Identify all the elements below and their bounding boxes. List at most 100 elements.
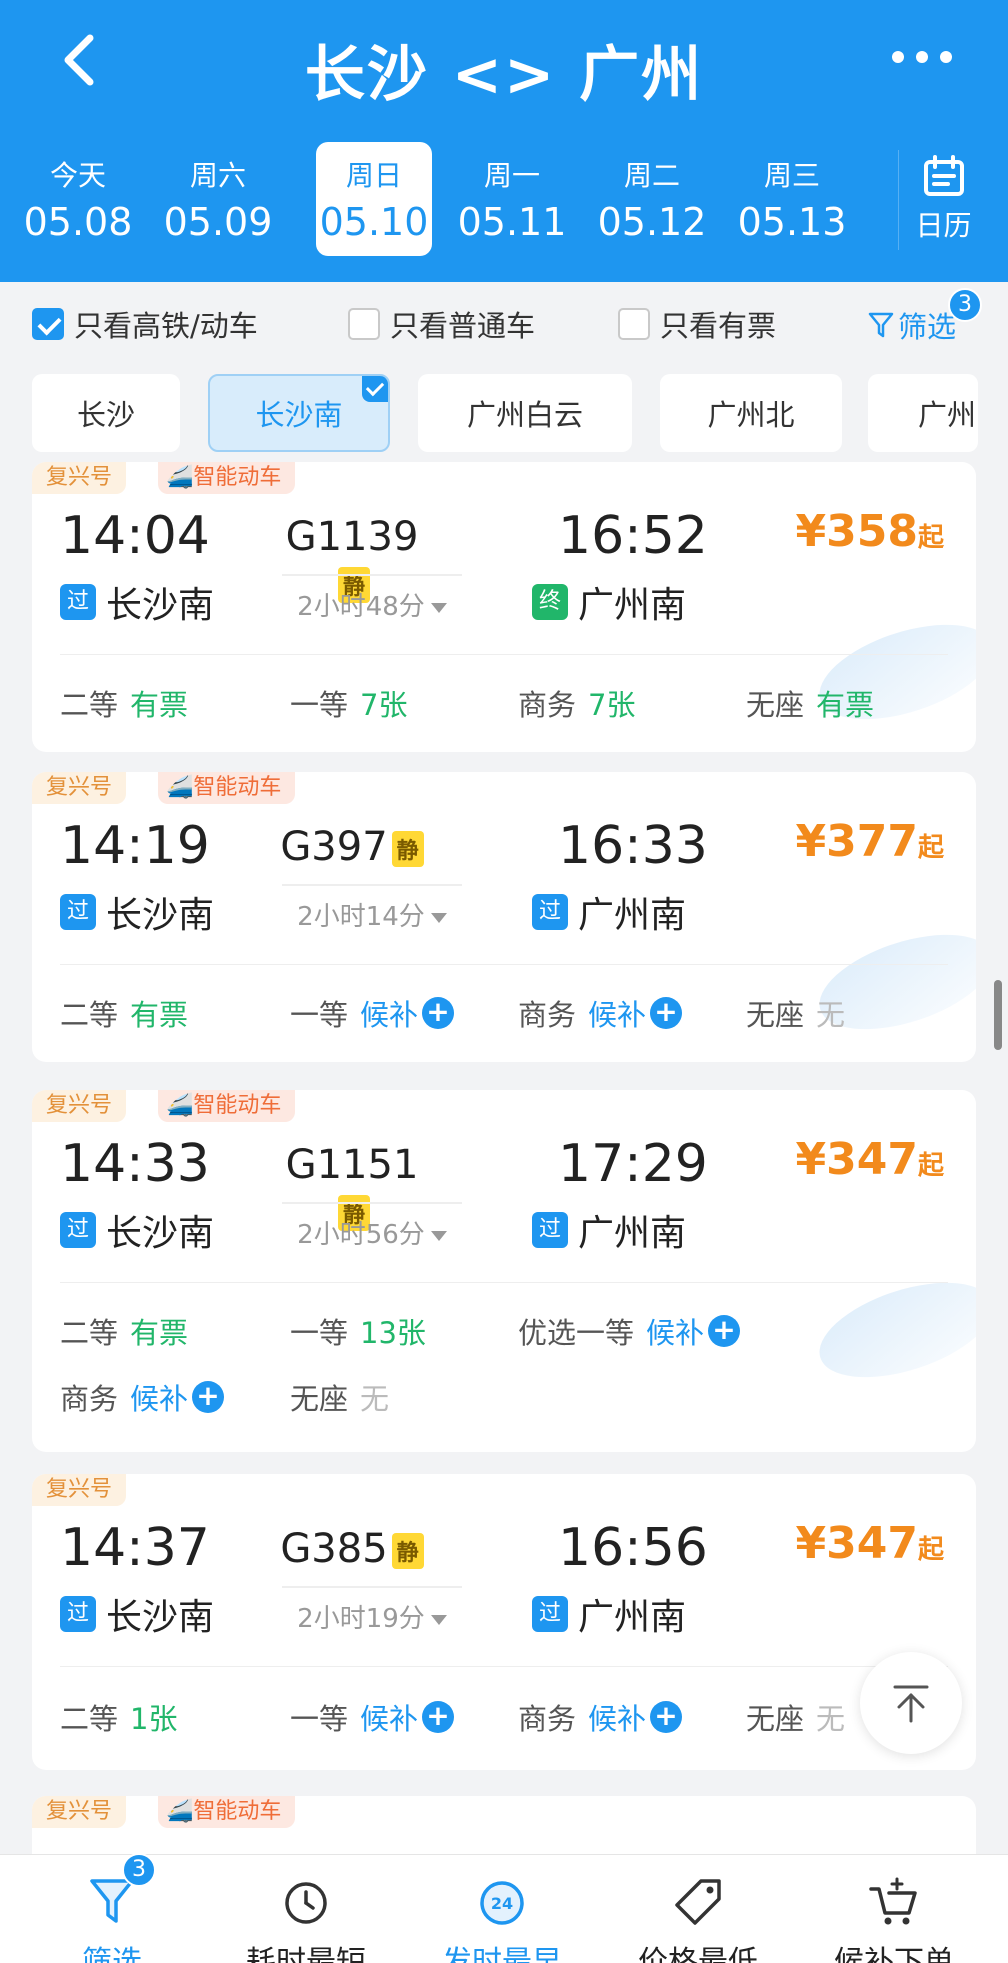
seat-second-class: 二等 有票 (60, 992, 188, 1034)
price-value: ¥347 (795, 1518, 918, 1569)
seat-second-class: 二等 有票 (60, 682, 188, 724)
train-card[interactable]: 复兴号 🚄智能动车 14:04 G1139静 2小时48分 16:52 ¥358… (32, 462, 976, 752)
duration-dropdown[interactable]: 2小时48分 (282, 574, 462, 623)
station-name: 长沙南 (106, 1597, 215, 1638)
train-list-page: 长沙 <> 广州 今天 05.08 周六 05.09 周日 05.10 周一 0… (0, 0, 1008, 1963)
seat-status: 7张 (588, 688, 636, 722)
seat-standing: 无座 有票 (746, 682, 874, 724)
train-card[interactable]: 复兴号 🚄智能动车 14:33 G1151静 2小时56分 17:29 ¥347… (32, 1090, 976, 1452)
wave-decoration (808, 1264, 976, 1396)
station-name: 长沙南 (106, 585, 215, 626)
departure-station: 过长沙南 (60, 1588, 214, 1640)
nav-earliest-departure[interactable]: 24 发时最早 (412, 1855, 592, 1963)
seat-first-class[interactable]: 一等 候补 + (290, 992, 455, 1034)
seat-second-class: 二等 1张 (60, 1696, 177, 1738)
train-card[interactable]: 复兴号 14:37 G385 静 2小时19分 16:56 ¥347起 过长沙南 … (32, 1474, 976, 1770)
duration-dropdown[interactable]: 2小时56分 (282, 1202, 462, 1251)
station-chip[interactable]: 长沙 (32, 374, 180, 452)
station-name: 广州南 (578, 585, 687, 626)
station-chip-label: 广州北 (707, 398, 795, 432)
price: ¥358起 (796, 506, 944, 557)
station-chip-selected[interactable]: 长沙南 (208, 374, 390, 452)
smart-emu-label: 智能动车 (193, 1093, 282, 1118)
date-weekday: 周六 (189, 159, 246, 192)
date-tab[interactable]: 周一 05.11 (454, 142, 570, 256)
train-icon: 🚄 (166, 1093, 194, 1118)
divider (60, 1282, 948, 1283)
date-tab[interactable]: 今天 05.08 (20, 142, 136, 256)
arrival-station: 过广州南 (532, 886, 686, 938)
pass-badge: 过 (60, 894, 96, 930)
date-tab[interactable]: 周三 05.13 (734, 142, 850, 256)
price: ¥377起 (796, 816, 944, 867)
seat-class: 二等 (60, 1702, 119, 1736)
seat-business-class[interactable]: 商务 候补 + (60, 1376, 225, 1418)
nav-label: 耗时最短 (246, 1945, 366, 1963)
seat-class: 商务 (60, 1382, 119, 1416)
normal-train-only-checkbox[interactable]: 只看普通车 (348, 304, 535, 344)
seat-status: 无 (816, 998, 846, 1032)
waitlist-add-icon[interactable]: + (422, 1701, 455, 1733)
arrow-up-icon (893, 1685, 929, 1723)
24h-icon: 24 (480, 1881, 524, 1925)
seat-status: 候补 (646, 1316, 705, 1350)
smart-emu-label: 智能动车 (193, 775, 282, 800)
train-icon: 🚄 (166, 1799, 194, 1824)
date-tab[interactable]: 周六 05.09 (160, 142, 276, 256)
train-card[interactable]: 复兴号 🚄智能动车 14:19 G397 静 2小时14分 16:33 ¥377起… (32, 772, 976, 1062)
more-icon[interactable] (892, 48, 952, 66)
nav-label: 价格最低 (638, 1945, 758, 1963)
seat-status: 候补 (360, 1702, 419, 1736)
nav-shortest-duration[interactable]: 耗时最短 (216, 1855, 396, 1963)
smart-emu-label: 智能动车 (193, 1799, 282, 1824)
duration-dropdown[interactable]: 2小时19分 (282, 1586, 462, 1635)
pass-badge: 过 (60, 1212, 96, 1248)
nav-waitlist-order[interactable]: 候补下单 (804, 1855, 984, 1963)
smart-emu-tag: 🚄智能动车 (158, 1796, 296, 1828)
route-title[interactable]: 长沙 <> 广州 (0, 26, 1008, 113)
filter-bar: 只看高铁/动车 只看普通车 只看有票 筛选 3 (0, 282, 1008, 362)
date-tab[interactable]: 周二 05.12 (594, 142, 710, 256)
train-number-label: G397 (280, 824, 388, 870)
filter-button[interactable]: 筛选 3 (868, 288, 982, 346)
seat-first-class: 一等 13张 (290, 1310, 426, 1352)
departure-time: 14:37 (60, 1518, 210, 1578)
quiet-car-badge: 静 (391, 1533, 424, 1569)
date-tab-selected[interactable]: 周日 05.10 (316, 142, 432, 256)
seat-status: 13张 (360, 1316, 426, 1350)
nav-filter[interactable]: 3 筛选 (22, 1853, 202, 1963)
scrollbar[interactable] (994, 980, 1002, 1050)
duration-dropdown[interactable]: 2小时14分 (282, 884, 462, 933)
seat-premium-first-class[interactable]: 优选一等 候补 + (518, 1310, 741, 1352)
train-number-label: G385 (280, 1526, 388, 1572)
back-to-top-button[interactable] (860, 1652, 962, 1754)
waitlist-add-icon[interactable]: + (422, 997, 455, 1029)
fuxing-tag: 复兴号 (32, 1090, 127, 1122)
smart-emu-tag: 🚄智能动车 (158, 1090, 296, 1122)
station-chip[interactable]: 广州北 (660, 374, 842, 452)
station-chip[interactable]: 广州 (868, 374, 978, 452)
calendar-button[interactable]: 日历 (898, 150, 988, 250)
seat-first-class[interactable]: 一等 候补 + (290, 1696, 455, 1738)
train-number: G385 静 (272, 1526, 432, 1572)
filter-count-badge: 3 (948, 288, 982, 322)
price-value: ¥358 (795, 506, 918, 557)
train-number: G397 静 (272, 824, 432, 870)
departure-station: 过长沙南 (60, 886, 214, 938)
waitlist-add-icon[interactable]: + (650, 1701, 683, 1733)
price: ¥347起 (796, 1518, 944, 1569)
waitlist-add-icon[interactable]: + (708, 1315, 741, 1347)
seat-class: 一等 (290, 688, 349, 722)
station-chip[interactable]: 广州白云 (418, 374, 632, 452)
train-card[interactable]: 复兴号 🚄智能动车 (32, 1796, 976, 1854)
seat-business-class: 商务 7张 (518, 682, 635, 724)
seat-business-class[interactable]: 商务 候补 + (518, 1696, 683, 1738)
date-value: 05.08 (23, 200, 133, 244)
date-weekday: 周一 (483, 159, 540, 192)
waitlist-add-icon[interactable]: + (650, 997, 683, 1029)
nav-lowest-price[interactable]: 价格最低 (608, 1855, 788, 1963)
waitlist-add-icon[interactable]: + (192, 1381, 225, 1413)
seat-business-class[interactable]: 商务 候补 + (518, 992, 683, 1034)
available-only-checkbox[interactable]: 只看有票 (618, 304, 776, 344)
high-speed-only-checkbox[interactable]: 只看高铁/动车 (32, 304, 258, 344)
